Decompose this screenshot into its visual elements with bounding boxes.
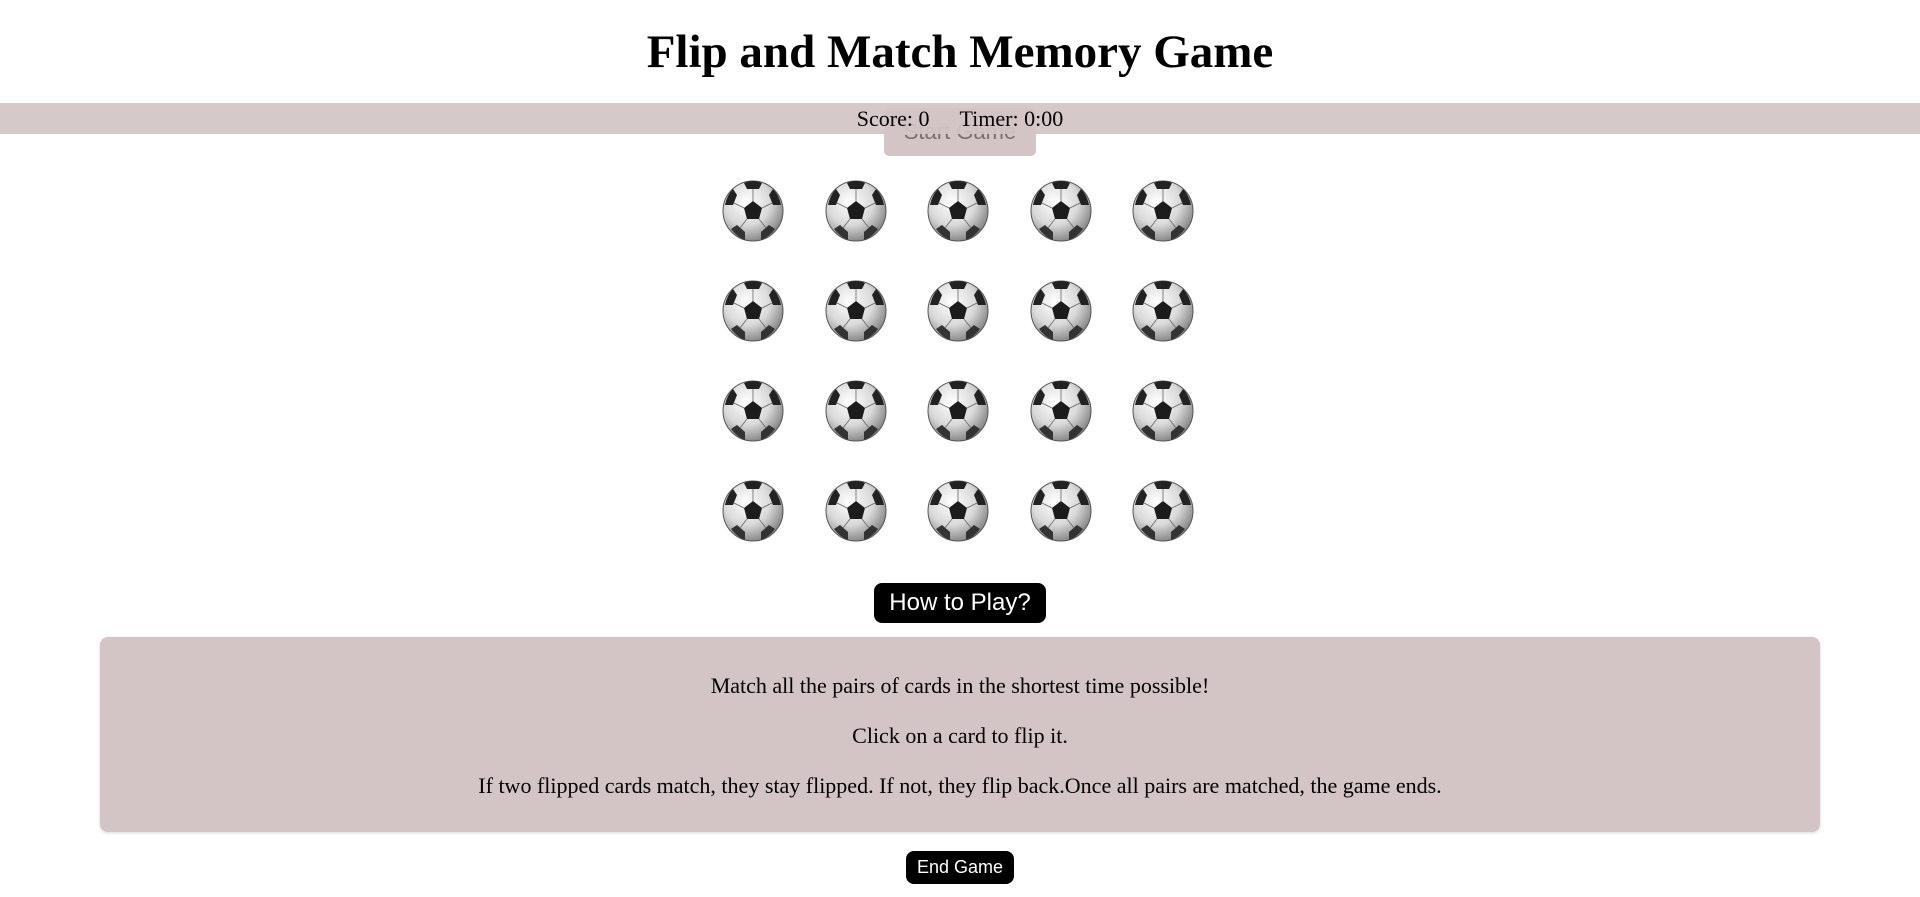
memory-card[interactable] <box>922 375 994 447</box>
memory-card[interactable] <box>922 175 994 247</box>
soccer-ball-icon <box>717 375 789 447</box>
timer-label: Timer: <box>959 105 1019 131</box>
how-to-play-button[interactable]: How to Play? <box>874 583 1046 623</box>
soccer-ball-icon <box>922 475 994 547</box>
soccer-ball-icon <box>1127 475 1199 547</box>
memory-card[interactable] <box>1127 175 1199 247</box>
memory-card[interactable] <box>717 375 789 447</box>
soccer-ball-icon <box>1127 275 1199 347</box>
memory-card[interactable] <box>717 475 789 547</box>
memory-card[interactable] <box>717 175 789 247</box>
soccer-ball-icon <box>717 175 789 247</box>
memory-card[interactable] <box>1025 475 1097 547</box>
soccer-ball-icon <box>1025 375 1097 447</box>
soccer-ball-icon <box>922 275 994 347</box>
soccer-ball-icon <box>717 275 789 347</box>
memory-card[interactable] <box>922 475 994 547</box>
soccer-ball-icon <box>820 275 892 347</box>
score-value: 0 <box>918 105 930 131</box>
soccer-ball-icon <box>1127 375 1199 447</box>
memory-card[interactable] <box>1025 175 1097 247</box>
soccer-ball-icon <box>1025 175 1097 247</box>
score-display: Score: 0 <box>857 106 930 132</box>
soccer-ball-icon <box>1127 175 1199 247</box>
end-game-button[interactable]: End Game <box>906 851 1014 884</box>
memory-card[interactable] <box>717 275 789 347</box>
memory-card[interactable] <box>1127 375 1199 447</box>
memory-card[interactable] <box>1127 475 1199 547</box>
memory-card[interactable] <box>1025 275 1097 347</box>
page-title: Flip and Match Memory Game <box>646 26 1274 78</box>
soccer-ball-icon <box>922 175 994 247</box>
soccer-ball-icon <box>922 375 994 447</box>
status-bar: Score: 0 Timer: 0:00 <box>0 103 1920 134</box>
soccer-ball-icon <box>717 475 789 547</box>
memory-card[interactable] <box>820 175 892 247</box>
soccer-ball-icon <box>1025 275 1097 347</box>
soccer-ball-icon <box>820 475 892 547</box>
memory-card[interactable] <box>1025 375 1097 447</box>
soccer-ball-icon <box>1025 475 1097 547</box>
memory-card[interactable] <box>820 475 892 547</box>
soccer-ball-icon <box>820 375 892 447</box>
memory-card[interactable] <box>1127 275 1199 347</box>
instruction-line: If two flipped cards match, they stay fl… <box>478 773 1442 798</box>
instructions-panel: Match all the pairs of cards in the shor… <box>100 637 1820 832</box>
memory-card[interactable] <box>922 275 994 347</box>
timer-value: 0:00 <box>1024 105 1064 131</box>
memory-card[interactable] <box>820 275 892 347</box>
instruction-line: Match all the pairs of cards in the shor… <box>710 673 1210 698</box>
memory-card[interactable] <box>820 375 892 447</box>
score-label: Score: <box>856 105 913 131</box>
card-grid <box>717 175 1203 575</box>
soccer-ball-icon <box>820 175 892 247</box>
instruction-line: Click on a card to flip it. <box>852 723 1068 748</box>
timer-display: Timer: 0:00 <box>959 106 1063 132</box>
